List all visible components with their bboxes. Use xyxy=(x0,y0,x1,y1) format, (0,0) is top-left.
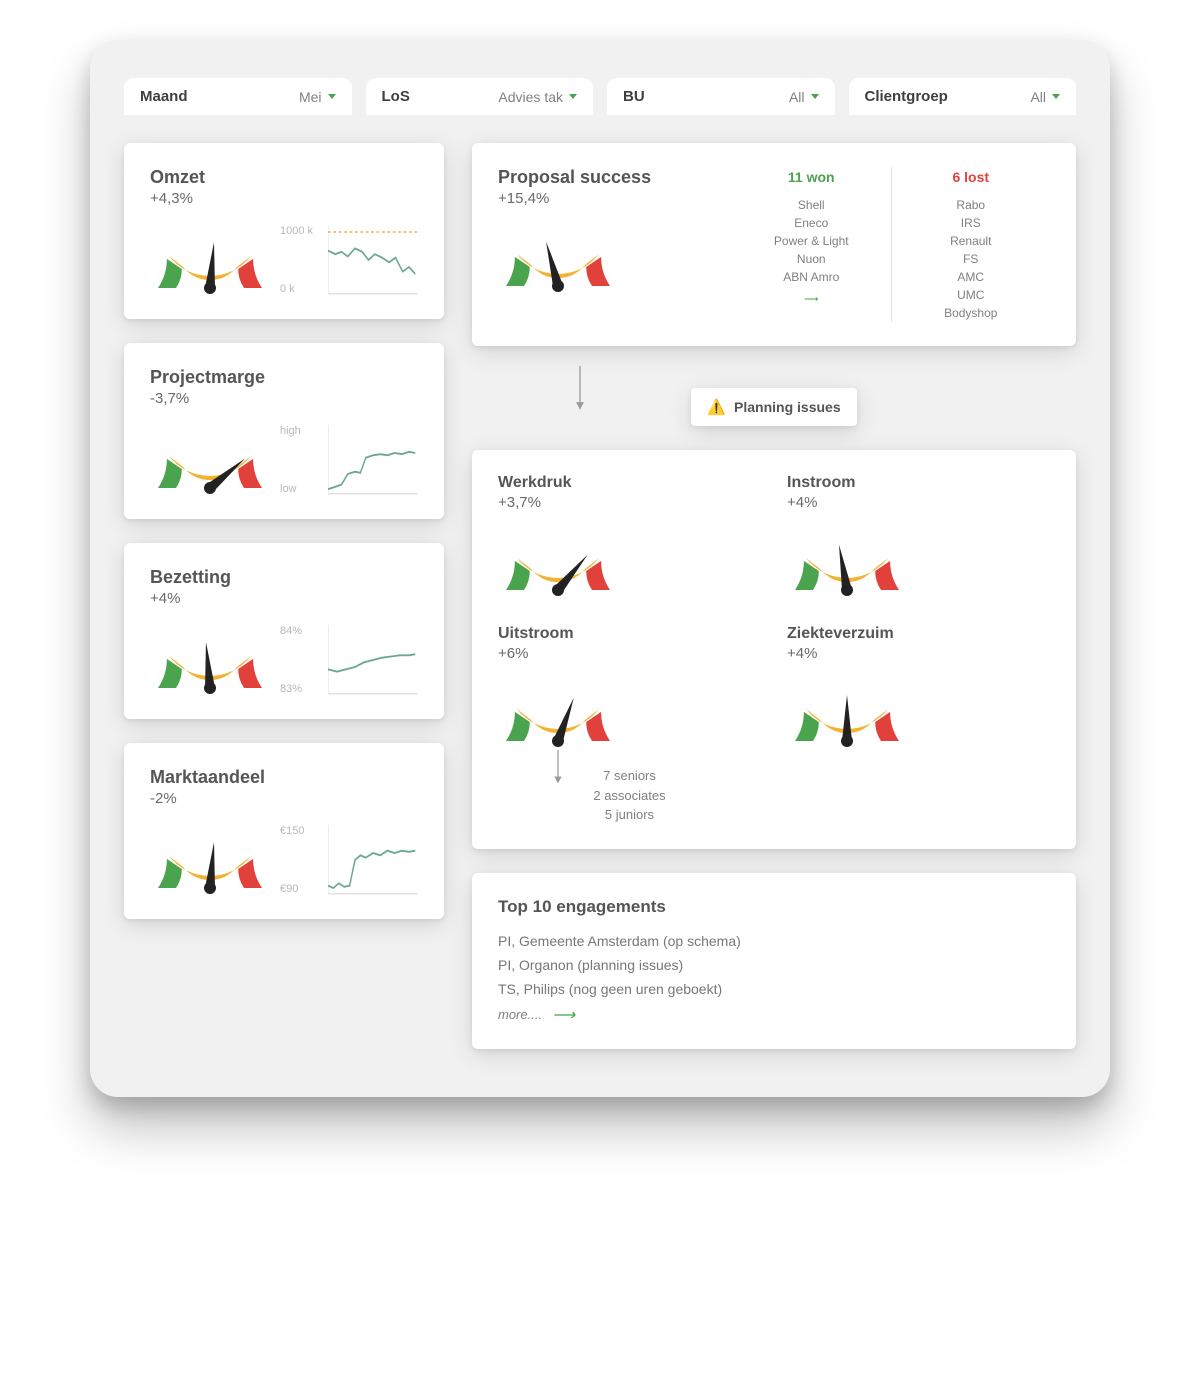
filter-bar: Maand Mei LoS Advies tak BU All Clientgr… xyxy=(124,78,1076,115)
metric-title: Werkdruk xyxy=(498,474,761,492)
card-delta: +15,4% xyxy=(498,190,708,207)
won-count: 11 won xyxy=(742,167,881,188)
uitstroom-breakdown: 7 seniors2 associates5 juniors xyxy=(498,766,761,825)
chevron-down-icon xyxy=(811,94,819,99)
metric-delta: +3,7% xyxy=(498,494,761,511)
arrow-right-icon: ⟶ xyxy=(552,1005,575,1025)
card-title: Bezetting xyxy=(150,567,418,588)
card-proposal-success: Proposal success +15,4% 11 won ShellEnec… xyxy=(472,143,1076,346)
filter-bu[interactable]: BU All xyxy=(607,78,835,115)
metric-title: Instroom xyxy=(787,474,1050,492)
filter-label: LoS xyxy=(382,88,410,105)
dashboard-device: Maand Mei LoS Advies tak BU All Clientgr… xyxy=(90,40,1110,1097)
won-item: Nuon xyxy=(742,250,881,268)
card-title: Marktaandeel xyxy=(150,767,418,788)
card-delta: -2% xyxy=(150,790,418,807)
sparkline-chart: 84% 83% xyxy=(284,625,418,695)
filter-maand[interactable]: Maand Mei xyxy=(124,78,352,115)
won-item: Shell xyxy=(742,196,881,214)
more-link[interactable]: more.... ⟶ xyxy=(498,1005,1050,1025)
filter-value-dropdown[interactable]: Mei xyxy=(299,89,336,105)
metric-delta: +4% xyxy=(787,494,1050,511)
filter-label: Clientgroep xyxy=(865,88,948,105)
filter-value-dropdown[interactable]: Advies tak xyxy=(498,89,577,105)
engagement-item[interactable]: PI, Gemeente Amsterdam (op schema) xyxy=(498,933,1050,949)
lost-item: Rabo xyxy=(902,196,1041,214)
won-item: Eneco xyxy=(742,214,881,232)
lost-item: Bodyshop xyxy=(902,304,1041,322)
lost-item: FS xyxy=(902,250,1041,268)
lost-item: AMC xyxy=(902,268,1041,286)
card-title: Top 10 engagements xyxy=(498,897,1050,917)
metric-delta: +4% xyxy=(787,645,1050,662)
lost-count: 6 lost xyxy=(902,167,1041,188)
card-engagements: Top 10 engagements PI, Gemeente Amsterda… xyxy=(472,873,1076,1049)
proposal-lost-column: 6 lost RaboIRSRenaultFSAMCUMCBodyshop xyxy=(892,167,1051,322)
lost-item: IRS xyxy=(902,214,1041,232)
metric-title: Uitstroom xyxy=(498,625,761,643)
gauge-proposal xyxy=(498,225,618,293)
warning-icon: ⚠️ xyxy=(707,398,726,416)
proposal-won-column: 11 won ShellEnecoPower & LightNuonABN Am… xyxy=(732,167,892,322)
filter-los[interactable]: LoS Advies tak xyxy=(366,78,594,115)
left-column: Omzet +4,3% 1000 k 0 k Projectmarge -3,7… xyxy=(124,143,444,919)
filter-value-dropdown[interactable]: All xyxy=(1030,89,1060,105)
chevron-down-icon xyxy=(328,94,336,99)
chevron-down-icon xyxy=(569,94,577,99)
card-projectmarge: Projectmarge -3,7% high low xyxy=(124,343,444,519)
sparkline-chart: high low xyxy=(284,425,418,495)
filter-label: BU xyxy=(623,88,645,105)
gauge-bezetting xyxy=(150,627,270,695)
right-column: Proposal success +15,4% 11 won ShellEnec… xyxy=(472,143,1076,1049)
filter-label: Maand xyxy=(140,88,188,105)
card-delta: -3,7% xyxy=(150,390,418,407)
card-omzet: Omzet +4,3% 1000 k 0 k xyxy=(124,143,444,319)
chevron-down-icon xyxy=(1052,94,1060,99)
card-planning: Werkdruk +3,7% Instroom +4% Uitstroom +6… xyxy=(472,450,1076,849)
filter-value-dropdown[interactable]: All xyxy=(789,89,819,105)
lost-item: UMC xyxy=(902,286,1041,304)
metric-instroom: Instroom +4% xyxy=(787,474,1050,597)
card-title: Projectmarge xyxy=(150,367,418,388)
gauge-uitstroom xyxy=(498,680,618,748)
engagement-item[interactable]: PI, Organon (planning issues) xyxy=(498,957,1050,973)
gauge-ziekteverzuim xyxy=(787,680,907,748)
metric-delta: +6% xyxy=(498,645,761,662)
arrow-right-icon[interactable]: ⟶ xyxy=(742,292,881,307)
gauge-instroom xyxy=(787,529,907,597)
card-title: Proposal success xyxy=(498,167,708,188)
engagement-item[interactable]: TS, Philips (nog geen uren geboekt) xyxy=(498,981,1050,997)
won-item: Power & Light xyxy=(742,232,881,250)
card-marktaandeel: Marktaandeel -2% €150 €90 xyxy=(124,743,444,919)
gauge-projectmarge xyxy=(150,427,270,495)
card-delta: +4,3% xyxy=(150,190,418,207)
planning-issues-flag[interactable]: ⚠️ Planning issues xyxy=(691,388,856,426)
gauge-omzet xyxy=(150,227,270,295)
card-delta: +4% xyxy=(150,590,418,607)
metric-ziekteverzuim: Ziekteverzuim +4% xyxy=(787,625,1050,825)
metric-werkdruk: Werkdruk +3,7% xyxy=(498,474,761,597)
won-item: ABN Amro xyxy=(742,268,881,286)
sparkline-chart: 1000 k 0 k xyxy=(284,225,418,295)
proposal-split: 11 won ShellEnecoPower & LightNuonABN Am… xyxy=(732,167,1050,322)
metric-uitstroom: Uitstroom +6% 7 seniors2 associates5 jun… xyxy=(498,625,761,825)
filter-clientgroep[interactable]: Clientgroep All xyxy=(849,78,1077,115)
gauge-werkdruk xyxy=(498,529,618,597)
gauge-marktaandeel xyxy=(150,827,270,895)
card-bezetting: Bezetting +4% 84% 83% xyxy=(124,543,444,719)
sparkline-chart: €150 €90 xyxy=(284,825,418,895)
metric-title: Ziekteverzuim xyxy=(787,625,1050,643)
lost-item: Renault xyxy=(902,232,1041,250)
card-title: Omzet xyxy=(150,167,418,188)
